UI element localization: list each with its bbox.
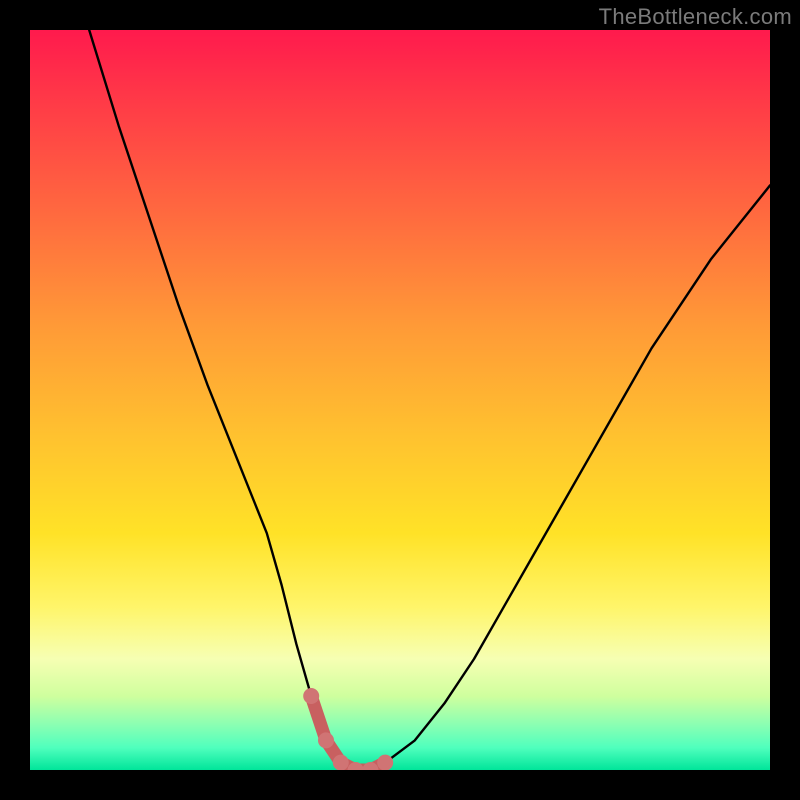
chart-stage: TheBottleneck.com bbox=[0, 0, 800, 800]
marker-connector bbox=[311, 696, 385, 770]
marker-dot bbox=[303, 688, 319, 704]
watermark-text: TheBottleneck.com bbox=[599, 4, 792, 30]
marker-dot bbox=[333, 755, 349, 770]
plot-area bbox=[30, 30, 770, 770]
marker-layer bbox=[303, 688, 393, 770]
bottleneck-curve bbox=[89, 30, 770, 770]
marker-dot bbox=[377, 755, 393, 770]
curve-layer bbox=[89, 30, 770, 770]
chart-overlay-svg bbox=[30, 30, 770, 770]
marker-dot bbox=[318, 732, 334, 748]
